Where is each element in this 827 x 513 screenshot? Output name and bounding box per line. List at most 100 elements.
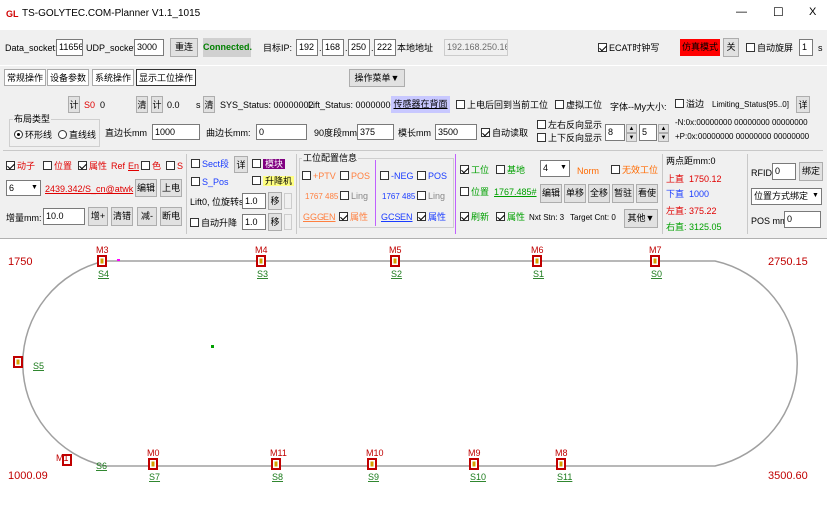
lift-checkbox[interactable]: 升降机 xyxy=(252,175,295,187)
station-checkbox[interactable]: 工位 xyxy=(460,164,489,176)
curve-len-input[interactable]: 0 xyxy=(256,124,307,140)
close-button[interactable]: X xyxy=(809,6,816,18)
single-move-button[interactable]: 单移 xyxy=(564,184,586,203)
sensor-rear-button[interactable]: 传感器在背面 xyxy=(391,96,450,113)
attr-checkbox-1[interactable]: 属性 xyxy=(339,211,368,223)
auto-lift-move-button[interactable]: 移 xyxy=(268,213,282,231)
color-checkbox[interactable]: 色 xyxy=(141,160,161,172)
section-checkbox[interactable]: Sect段 xyxy=(191,158,229,170)
clear-button-2[interactable]: 清 xyxy=(203,96,215,113)
checkbox-icon xyxy=(166,161,175,170)
attr-checkbox-3[interactable]: 属性 xyxy=(496,211,525,223)
other-menu-button[interactable]: 其他▼ xyxy=(624,209,658,228)
clear-button-1[interactable]: 清 xyxy=(136,96,148,113)
count-button-1[interactable]: 计 xyxy=(68,96,80,113)
pause-button[interactable]: 暂驻 xyxy=(612,184,634,203)
sequence-button[interactable]: 看使 xyxy=(636,184,658,203)
checkbox-icon xyxy=(252,159,261,168)
straight-len-input[interactable]: 1000 xyxy=(152,124,200,140)
close-sim-button[interactable]: 关 xyxy=(723,38,739,57)
base-checkbox[interactable]: 基地 xyxy=(496,164,525,176)
pos-checkbox-2[interactable]: POS xyxy=(417,170,447,182)
mover-link[interactable]: 2439.342/S_cn@atwk xyxy=(45,183,133,195)
deg90-input[interactable]: 375 xyxy=(357,124,394,140)
tab-general[interactable]: 常规操作 xyxy=(4,69,47,86)
position-checkbox[interactable]: 位置 xyxy=(43,160,72,172)
mover-checkbox[interactable]: 动子 xyxy=(6,160,35,172)
auto-read-checkbox[interactable]: 自动读取 xyxy=(481,127,528,139)
separator xyxy=(662,154,663,234)
ecat-checkbox[interactable]: ECAT时钟写 xyxy=(598,42,659,54)
straight-line-radio[interactable]: 直线线 xyxy=(58,129,96,141)
count-button-2[interactable]: 计 xyxy=(151,96,163,113)
section-detail-button[interactable]: 详 xyxy=(234,156,248,173)
s-pos-checkbox[interactable]: S_Pos xyxy=(191,176,229,188)
station-edit-button[interactable]: 编辑 xyxy=(540,184,562,203)
auto-lift-input[interactable]: 1.0 xyxy=(242,214,266,230)
minimize-button[interactable]: — xyxy=(736,6,747,18)
font-spin-down-1[interactable]: ▼ xyxy=(626,133,637,142)
all-move-button[interactable]: 全移 xyxy=(588,184,610,203)
upper-straight-label: 上直 xyxy=(666,174,685,184)
rotate-seconds-input[interactable]: 1 xyxy=(799,39,813,56)
lift-move-button[interactable]: 移 xyxy=(268,192,282,210)
decrement-button[interactable]: 减- xyxy=(137,207,157,226)
ip-octet-2[interactable]: 168 xyxy=(322,39,344,56)
power-on-button[interactable]: 上电 xyxy=(160,179,182,197)
mover-select[interactable]: 6 ▼ xyxy=(6,180,41,196)
tab-device-params[interactable]: 设备参数 xyxy=(47,69,90,86)
sim-mode-badge[interactable]: 仿真模式 xyxy=(680,39,720,56)
pos-mm-input[interactable]: 0 xyxy=(784,211,821,228)
tab-station-display[interactable]: 显示工位操作 xyxy=(136,69,197,86)
attr-checkbox[interactable]: 属性 xyxy=(78,160,107,172)
power-off-button[interactable]: 断电 xyxy=(160,207,182,226)
ptv-checkbox[interactable]: +PTV xyxy=(302,170,336,182)
edit-mover-button[interactable]: 编辑 xyxy=(135,179,157,197)
lr-reverse-checkbox[interactable]: 左右反向显示 xyxy=(537,119,602,131)
rfid-input[interactable]: 0 xyxy=(772,163,796,180)
udp-socket-input[interactable]: 3000 xyxy=(134,39,164,56)
maximize-button[interactable]: ☐ xyxy=(773,5,784,19)
station-select[interactable]: 4 ▼ xyxy=(540,160,570,177)
invalid-station-checkbox[interactable]: 无效工位 xyxy=(611,164,658,176)
ip-octet-4[interactable]: 222 xyxy=(374,39,396,56)
ring-line-radio[interactable]: 环形线 xyxy=(14,129,52,141)
ip-octet-3[interactable]: 250 xyxy=(348,39,370,56)
neg-checkbox[interactable]: -NEG xyxy=(380,170,414,182)
attr-checkbox-2[interactable]: 属性 xyxy=(417,211,446,223)
limiting-detail-button[interactable]: 详 xyxy=(796,96,810,113)
ling-checkbox-1[interactable]: Ling xyxy=(340,190,368,202)
data-socket-input[interactable]: 11656 xyxy=(56,39,83,56)
ip-octet-1[interactable]: 192 xyxy=(296,39,318,56)
auto-rotate-checkbox[interactable]: 自动旋屏 xyxy=(746,42,793,54)
chevron-down-icon: ▼ xyxy=(812,192,819,199)
checkbox-icon xyxy=(417,171,426,180)
reconnect-button[interactable]: 重连 xyxy=(170,38,198,57)
ud-reverse-checkbox[interactable]: 上下反向显示 xyxy=(537,132,602,144)
increment-plus-button[interactable]: 增+ xyxy=(88,207,108,226)
module-checkbox[interactable]: 模块 xyxy=(252,158,286,170)
increment-input[interactable]: 10.0 xyxy=(43,208,85,225)
font-spin-up-2[interactable]: ▲ xyxy=(658,124,669,133)
tab-system[interactable]: 系统操作 xyxy=(92,69,135,86)
s-checkbox[interactable]: S xyxy=(166,160,183,172)
bind-mode-select[interactable]: 位置方式绑定 ▼ xyxy=(751,188,822,205)
operation-menu-button[interactable]: 操作菜单▼ xyxy=(349,69,405,87)
module-len-input[interactable]: 3500 xyxy=(435,124,477,140)
lift-rotate-input[interactable]: 1.0 xyxy=(242,193,266,209)
font-spin-down-2[interactable]: ▼ xyxy=(658,133,669,142)
overflow-checkbox[interactable]: 溢边 xyxy=(675,98,704,110)
bind-button[interactable]: 绑定 xyxy=(799,162,823,181)
station-config-title: 工位配置信息 xyxy=(302,152,359,164)
ling-checkbox-2[interactable]: Ling xyxy=(417,190,445,202)
font-spin-up-1[interactable]: ▲ xyxy=(626,124,637,133)
pos-checkbox-1[interactable]: POS xyxy=(340,170,370,182)
auto-lift-checkbox[interactable]: 自动升降 xyxy=(190,217,237,229)
font-size-input-1[interactable]: 8 xyxy=(605,124,625,141)
refresh-checkbox[interactable]: 刷新 xyxy=(460,211,489,223)
position-station-checkbox[interactable]: 位置 xyxy=(460,186,489,198)
clear-errors-button[interactable]: 清错 xyxy=(111,207,133,226)
virtual-station-checkbox[interactable]: 虚拟工位 xyxy=(555,99,602,111)
power-return-checkbox[interactable]: 上电后回到当前工位 xyxy=(456,99,548,111)
font-size-input-2[interactable]: 5 xyxy=(639,124,657,141)
